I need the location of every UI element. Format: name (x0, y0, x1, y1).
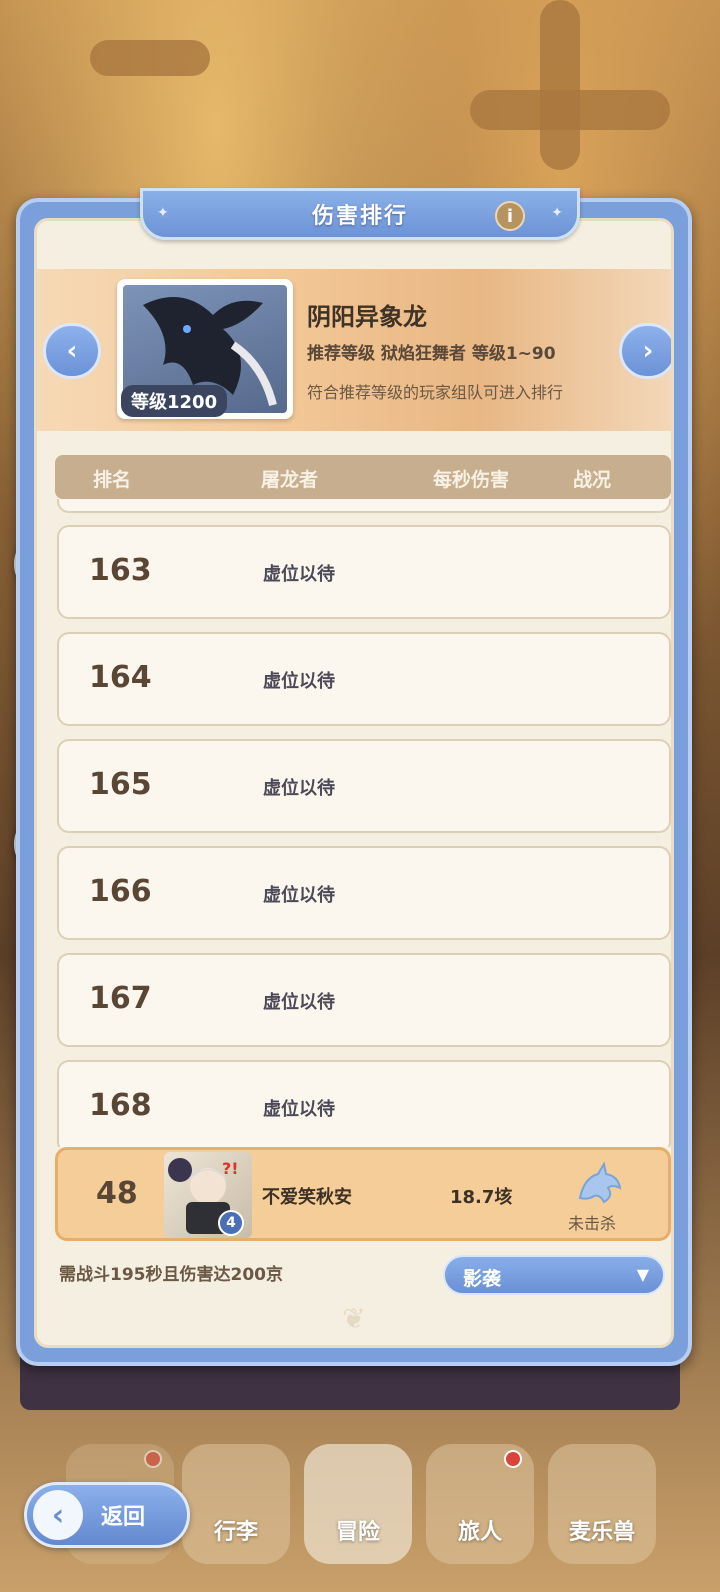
page-title: 伤害排行 (311, 204, 408, 229)
row-rank: 164 (89, 660, 152, 695)
recommended-level: 推荐等级 狱焰狂舞者 等级1~90 (307, 344, 556, 364)
sparkle-icon: ✦ (551, 205, 563, 221)
row-rank: 166 (89, 874, 152, 909)
svg-text:?!: ?! (222, 1159, 239, 1178)
my-name: 不爱笑秋安 (262, 1187, 352, 1208)
background-pipe (540, 0, 580, 170)
nav-item-traveler[interactable]: 旅人 (426, 1444, 534, 1564)
dropdown-value: 影袭 (463, 1268, 502, 1290)
boss-name: 阴阳异象龙 (307, 303, 427, 331)
nav-item-bag[interactable]: 行李 (182, 1444, 290, 1564)
triangle-down-icon: ▼ (636, 1265, 649, 1284)
table-header: 排名 屠龙者 每秒伤害 战况 (55, 455, 671, 499)
back-button[interactable]: ‹ 返回 (24, 1482, 190, 1548)
nav-item-pet[interactable]: 麦乐兽 (548, 1444, 656, 1564)
damage-ranking-panel: ‹ › 等级1200 阴阳异象龙 推荐等级 狱焰狂舞者 等级1~90 符合推荐等… (16, 198, 692, 1366)
nav-label: 行李 (213, 1520, 258, 1545)
row-name: 虚位以待 (263, 1099, 335, 1120)
chevron-left-icon: ‹ (66, 336, 78, 366)
my-dps: 18.7垓 (450, 1187, 513, 1208)
row-rank: 165 (89, 767, 152, 802)
info-button[interactable]: i (495, 201, 525, 231)
kill-status: 未击杀 (568, 1214, 617, 1233)
back-label: 返回 (101, 1505, 146, 1530)
table-row[interactable]: 168 虚位以待 (57, 1060, 671, 1147)
nav-item-adventure[interactable]: 冒险 (304, 1444, 412, 1564)
notification-dot (144, 1450, 162, 1468)
chevron-right-icon: › (642, 336, 654, 366)
my-ranking-row[interactable]: 48 ?! 4 不爱笑秋安 18.7垓 未击杀 (55, 1147, 671, 1241)
next-boss-button[interactable]: › (619, 323, 671, 379)
back-arrow-icon: ‹ (33, 1490, 83, 1540)
background-pipe (470, 90, 670, 130)
row-name: 虚位以待 (263, 778, 335, 799)
background-pipe (90, 40, 210, 76)
row-rank: 168 (89, 1088, 152, 1123)
ranking-note: 符合推荐等级的玩家组队可进入排行 (307, 383, 564, 402)
table-row[interactable]: 163 虚位以待 (57, 525, 671, 619)
panel-content: ‹ › 等级1200 阴阳异象龙 推荐等级 狱焰狂舞者 等级1~90 符合推荐等… (34, 218, 674, 1348)
title-tab: ✦ 伤害排行 i ✦ (140, 188, 580, 240)
table-row[interactable]: 165 虚位以待 (57, 739, 671, 833)
row-name: 虚位以待 (263, 671, 335, 692)
nav-label: 冒险 (335, 1520, 380, 1545)
row-name: 虚位以待 (263, 885, 335, 906)
job-filter-dropdown[interactable]: 影袭 ▼ (443, 1255, 665, 1295)
row-name: 虚位以待 (263, 564, 335, 585)
info-icon: i (506, 205, 514, 227)
ranking-list[interactable]: 163 虚位以待 164 虚位以待 165 虚位以待 166 虚位以待 167 … (55, 499, 671, 1147)
column-rank: 排名 (93, 469, 132, 491)
row-name: 虚位以待 (263, 992, 335, 1013)
my-rank: 48 (96, 1176, 138, 1211)
bottom-nav: 行李 冒险 旅人 麦乐兽 ‹ 返回 (0, 1410, 720, 1592)
row-rank: 167 (89, 981, 152, 1016)
dragon-icon (578, 1161, 622, 1204)
column-status: 战况 (573, 469, 612, 491)
nav-label: 麦乐兽 (568, 1520, 635, 1545)
notification-dot (504, 1450, 522, 1468)
column-dps: 每秒伤害 (433, 469, 510, 491)
boss-portrait[interactable]: 等级1200 (117, 279, 293, 419)
table-row[interactable]: 166 虚位以待 (57, 846, 671, 940)
prev-boss-button[interactable]: ‹ (43, 323, 101, 379)
ornament-icon: ❦ (342, 1302, 366, 1335)
avatar-level-badge: 4 (218, 1210, 244, 1236)
table-row[interactable]: 164 虚位以待 (57, 632, 671, 726)
column-slayer: 屠龙者 (261, 469, 319, 491)
table-row[interactable]: 167 虚位以待 (57, 953, 671, 1047)
sparkle-icon: ✦ (157, 205, 169, 221)
requirement-text: 需战斗195秒且伤害达200京 (59, 1265, 283, 1285)
table-row[interactable] (57, 499, 671, 513)
nav-label: 旅人 (457, 1520, 502, 1545)
boss-level-badge: 等级1200 (121, 385, 228, 417)
row-rank: 163 (89, 553, 152, 588)
